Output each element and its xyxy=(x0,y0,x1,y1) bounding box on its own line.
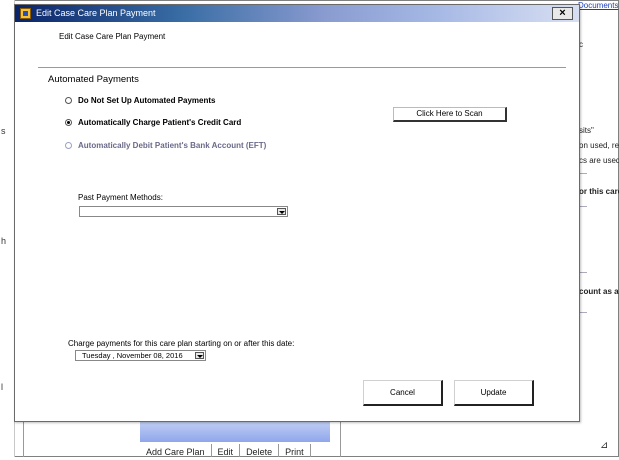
background-documents-link[interactable]: Documents xyxy=(578,1,618,10)
cancel-button[interactable]: Cancel xyxy=(363,380,443,406)
radio-debit-bank-account[interactable]: Automatically Debit Patient's Bank Accou… xyxy=(65,141,266,150)
background-divider xyxy=(23,420,24,457)
chevron-down-icon[interactable] xyxy=(195,352,204,359)
background-left-text: h xyxy=(1,236,7,246)
start-date-value: Tuesday , November 08, 2016 xyxy=(82,351,183,360)
background-left-panel: s h l xyxy=(0,0,15,457)
resize-grip-icon[interactable]: ⊿ xyxy=(600,440,614,454)
edit-care-plan-button[interactable]: Edit xyxy=(212,444,241,457)
close-button[interactable]: × xyxy=(552,7,573,20)
radio-label: Automatically Debit Patient's Bank Accou… xyxy=(78,141,267,150)
header-divider xyxy=(38,67,566,68)
dialog-titlebar[interactable]: Edit Case Care Plan Payment × xyxy=(15,5,579,22)
background-right-text: count as a xyxy=(579,287,619,296)
radio-checked-icon[interactable] xyxy=(65,119,72,126)
radio-no-automated[interactable]: Do Not Set Up Automated Payments xyxy=(65,96,216,105)
update-button[interactable]: Update xyxy=(454,380,534,406)
past-methods-label: Past Payment Methods: xyxy=(78,193,163,202)
form-icon xyxy=(20,8,31,19)
edit-payment-dialog: Edit Case Care Plan Payment × Edit Case … xyxy=(14,4,580,422)
background-right-text: cs are used. xyxy=(579,156,619,165)
background-right-text: or this care xyxy=(579,187,619,196)
add-care-plan-button[interactable]: Add Care Plan xyxy=(140,444,212,457)
radio-label: Do Not Set Up Automated Payments xyxy=(78,96,216,105)
chevron-down-icon[interactable] xyxy=(277,208,286,215)
section-title: Automated Payments xyxy=(48,74,139,85)
background-divider xyxy=(340,420,341,457)
radio-charge-credit-card[interactable]: Automatically Charge Patient's Credit Ca… xyxy=(65,118,241,127)
start-date-picker[interactable]: Tuesday , November 08, 2016 xyxy=(75,350,206,361)
start-date-label: Charge payments for this care plan start… xyxy=(68,339,295,348)
print-care-plan-button[interactable]: Print xyxy=(279,444,311,457)
radio-circle-icon[interactable] xyxy=(65,97,72,104)
radio-circle-icon[interactable] xyxy=(65,142,72,149)
background-care-plan-panel xyxy=(140,420,330,442)
background-right-text: sits" xyxy=(579,126,594,135)
background-left-text: l xyxy=(1,382,3,392)
past-payment-methods-select[interactable] xyxy=(79,206,288,217)
page-title: Edit Case Care Plan Payment xyxy=(59,32,166,41)
delete-care-plan-button[interactable]: Delete xyxy=(240,444,280,457)
scan-card-button[interactable]: Click Here to Scan xyxy=(393,107,507,122)
radio-label: Automatically Charge Patient's Credit Ca… xyxy=(78,118,242,127)
background-left-text: s xyxy=(1,126,6,136)
background-right-text: on used, rega xyxy=(579,141,619,150)
background-care-plan-toolbar: Add Care Plan Edit Delete Print xyxy=(140,444,311,457)
dialog-title: Edit Case Care Plan Payment xyxy=(36,8,156,18)
